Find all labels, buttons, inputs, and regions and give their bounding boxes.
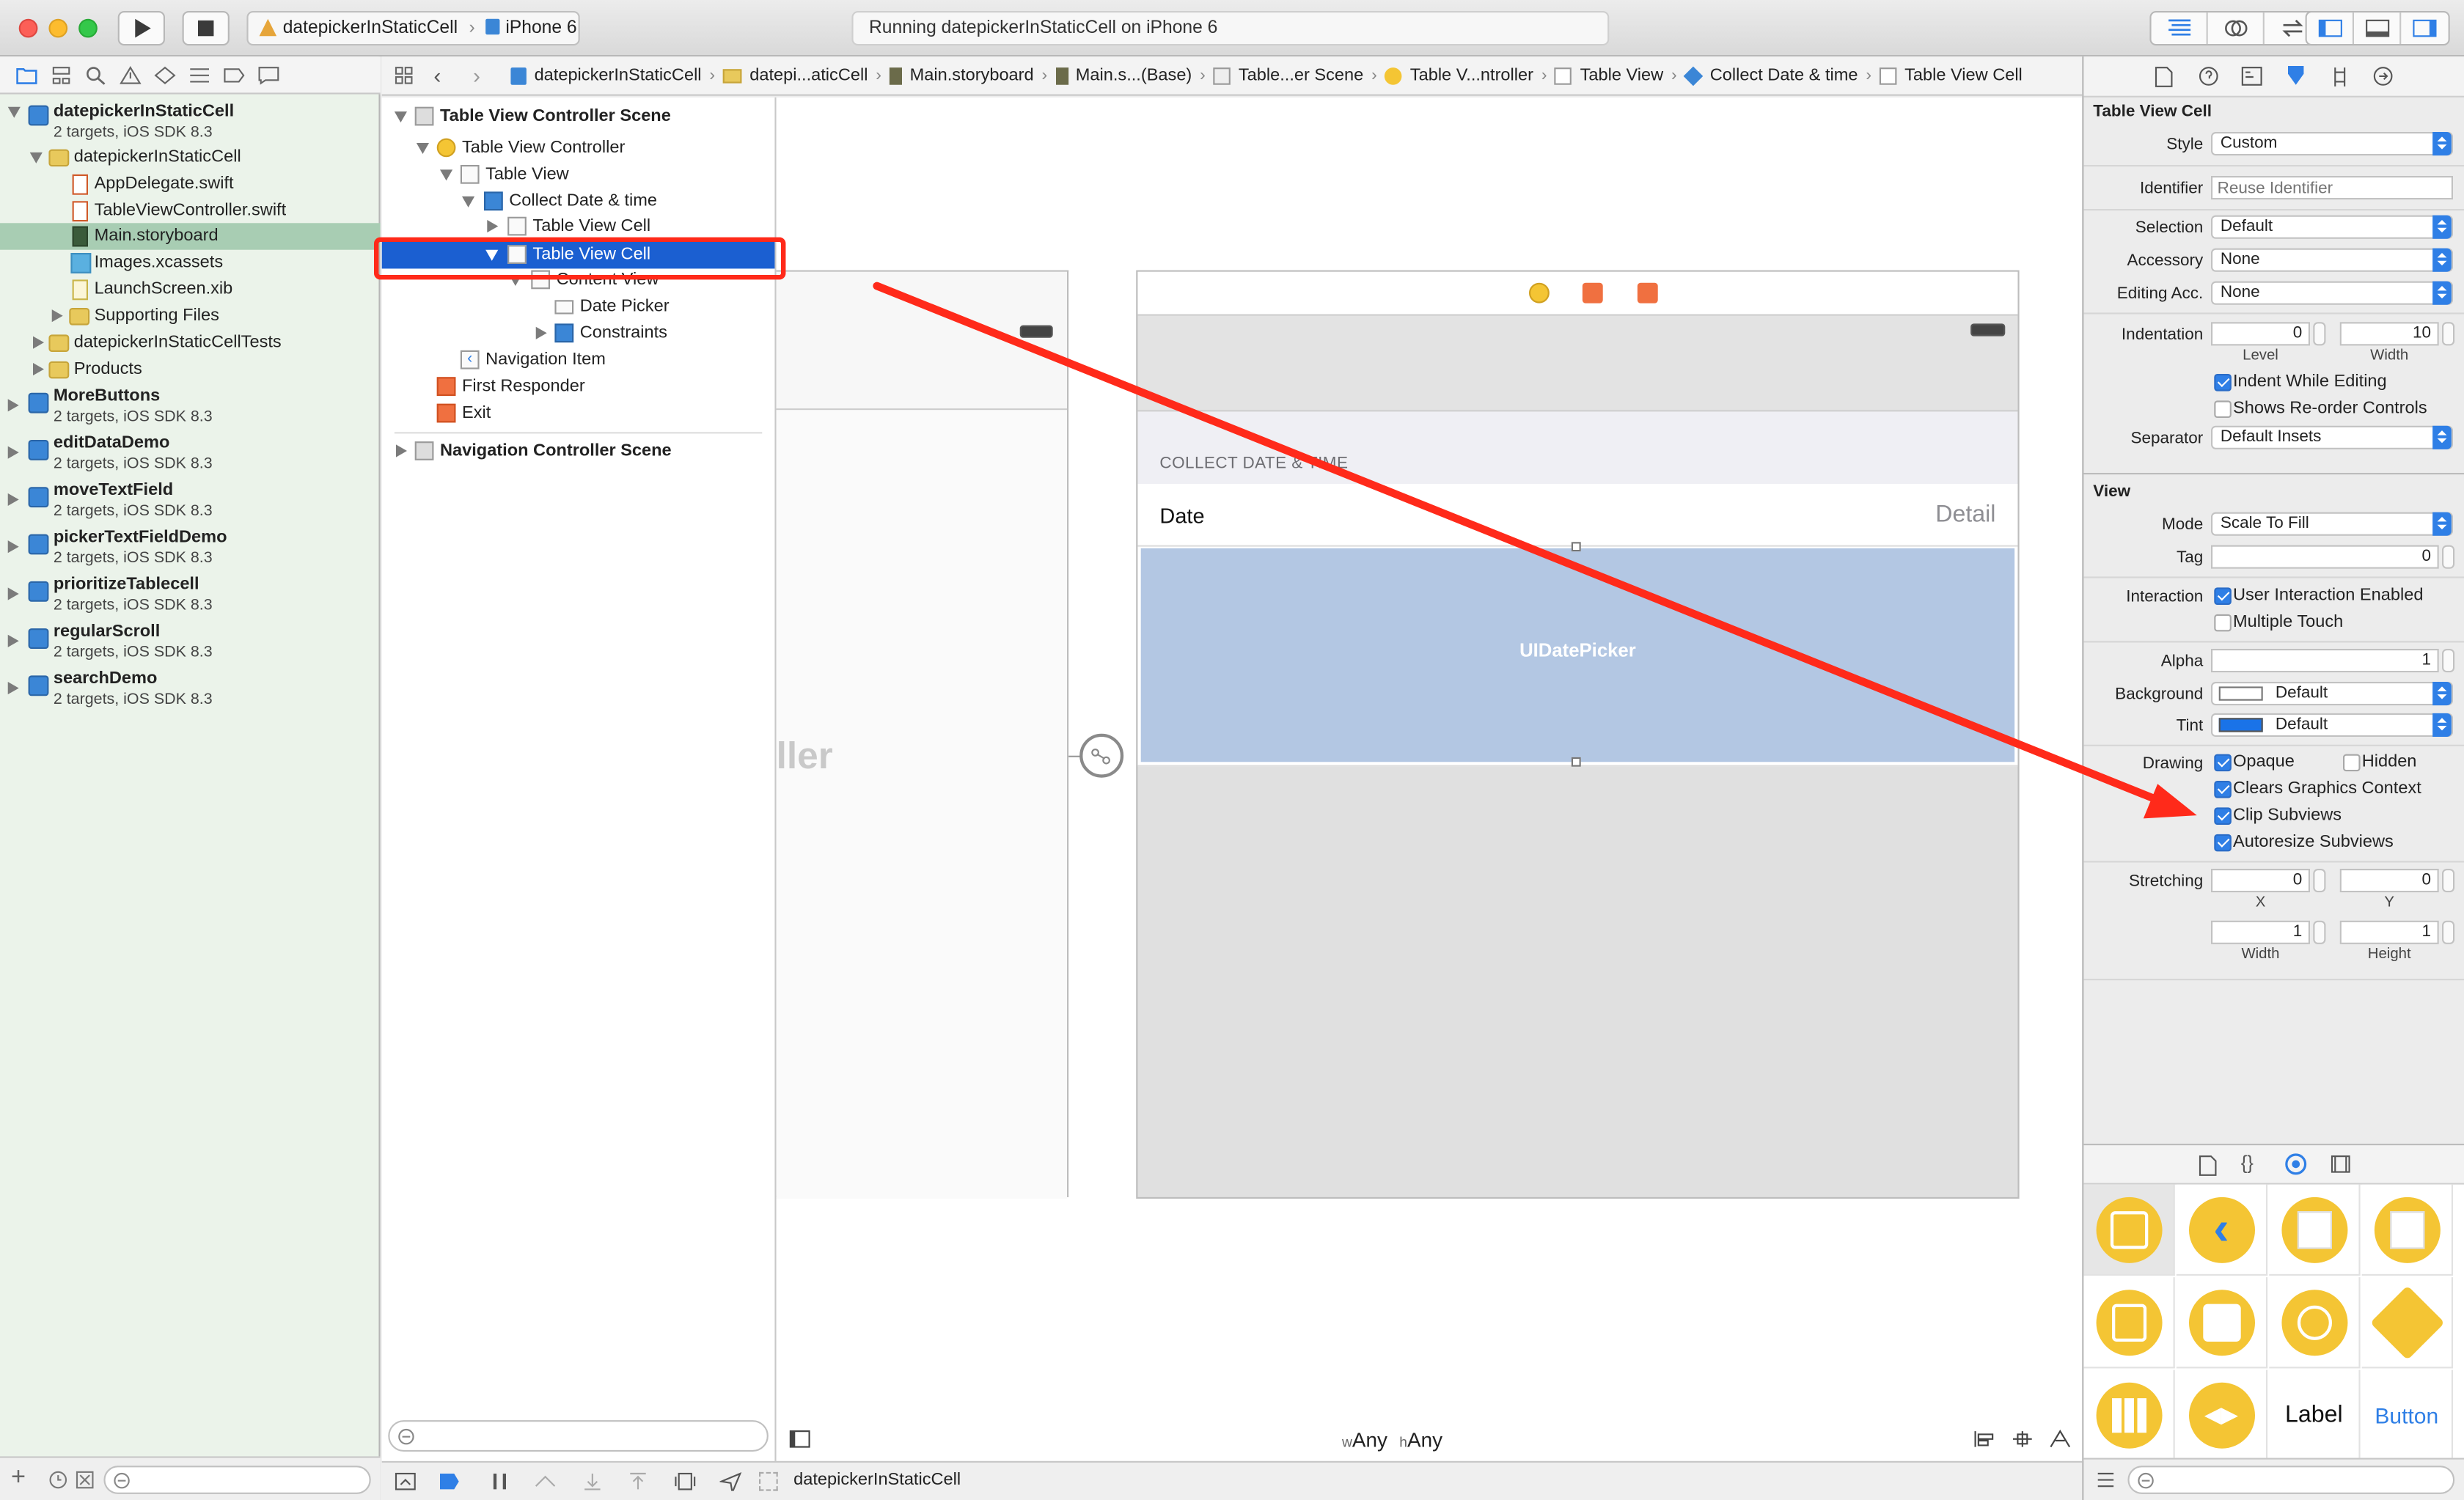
annotation-arrow-icon	[873, 282, 2197, 819]
